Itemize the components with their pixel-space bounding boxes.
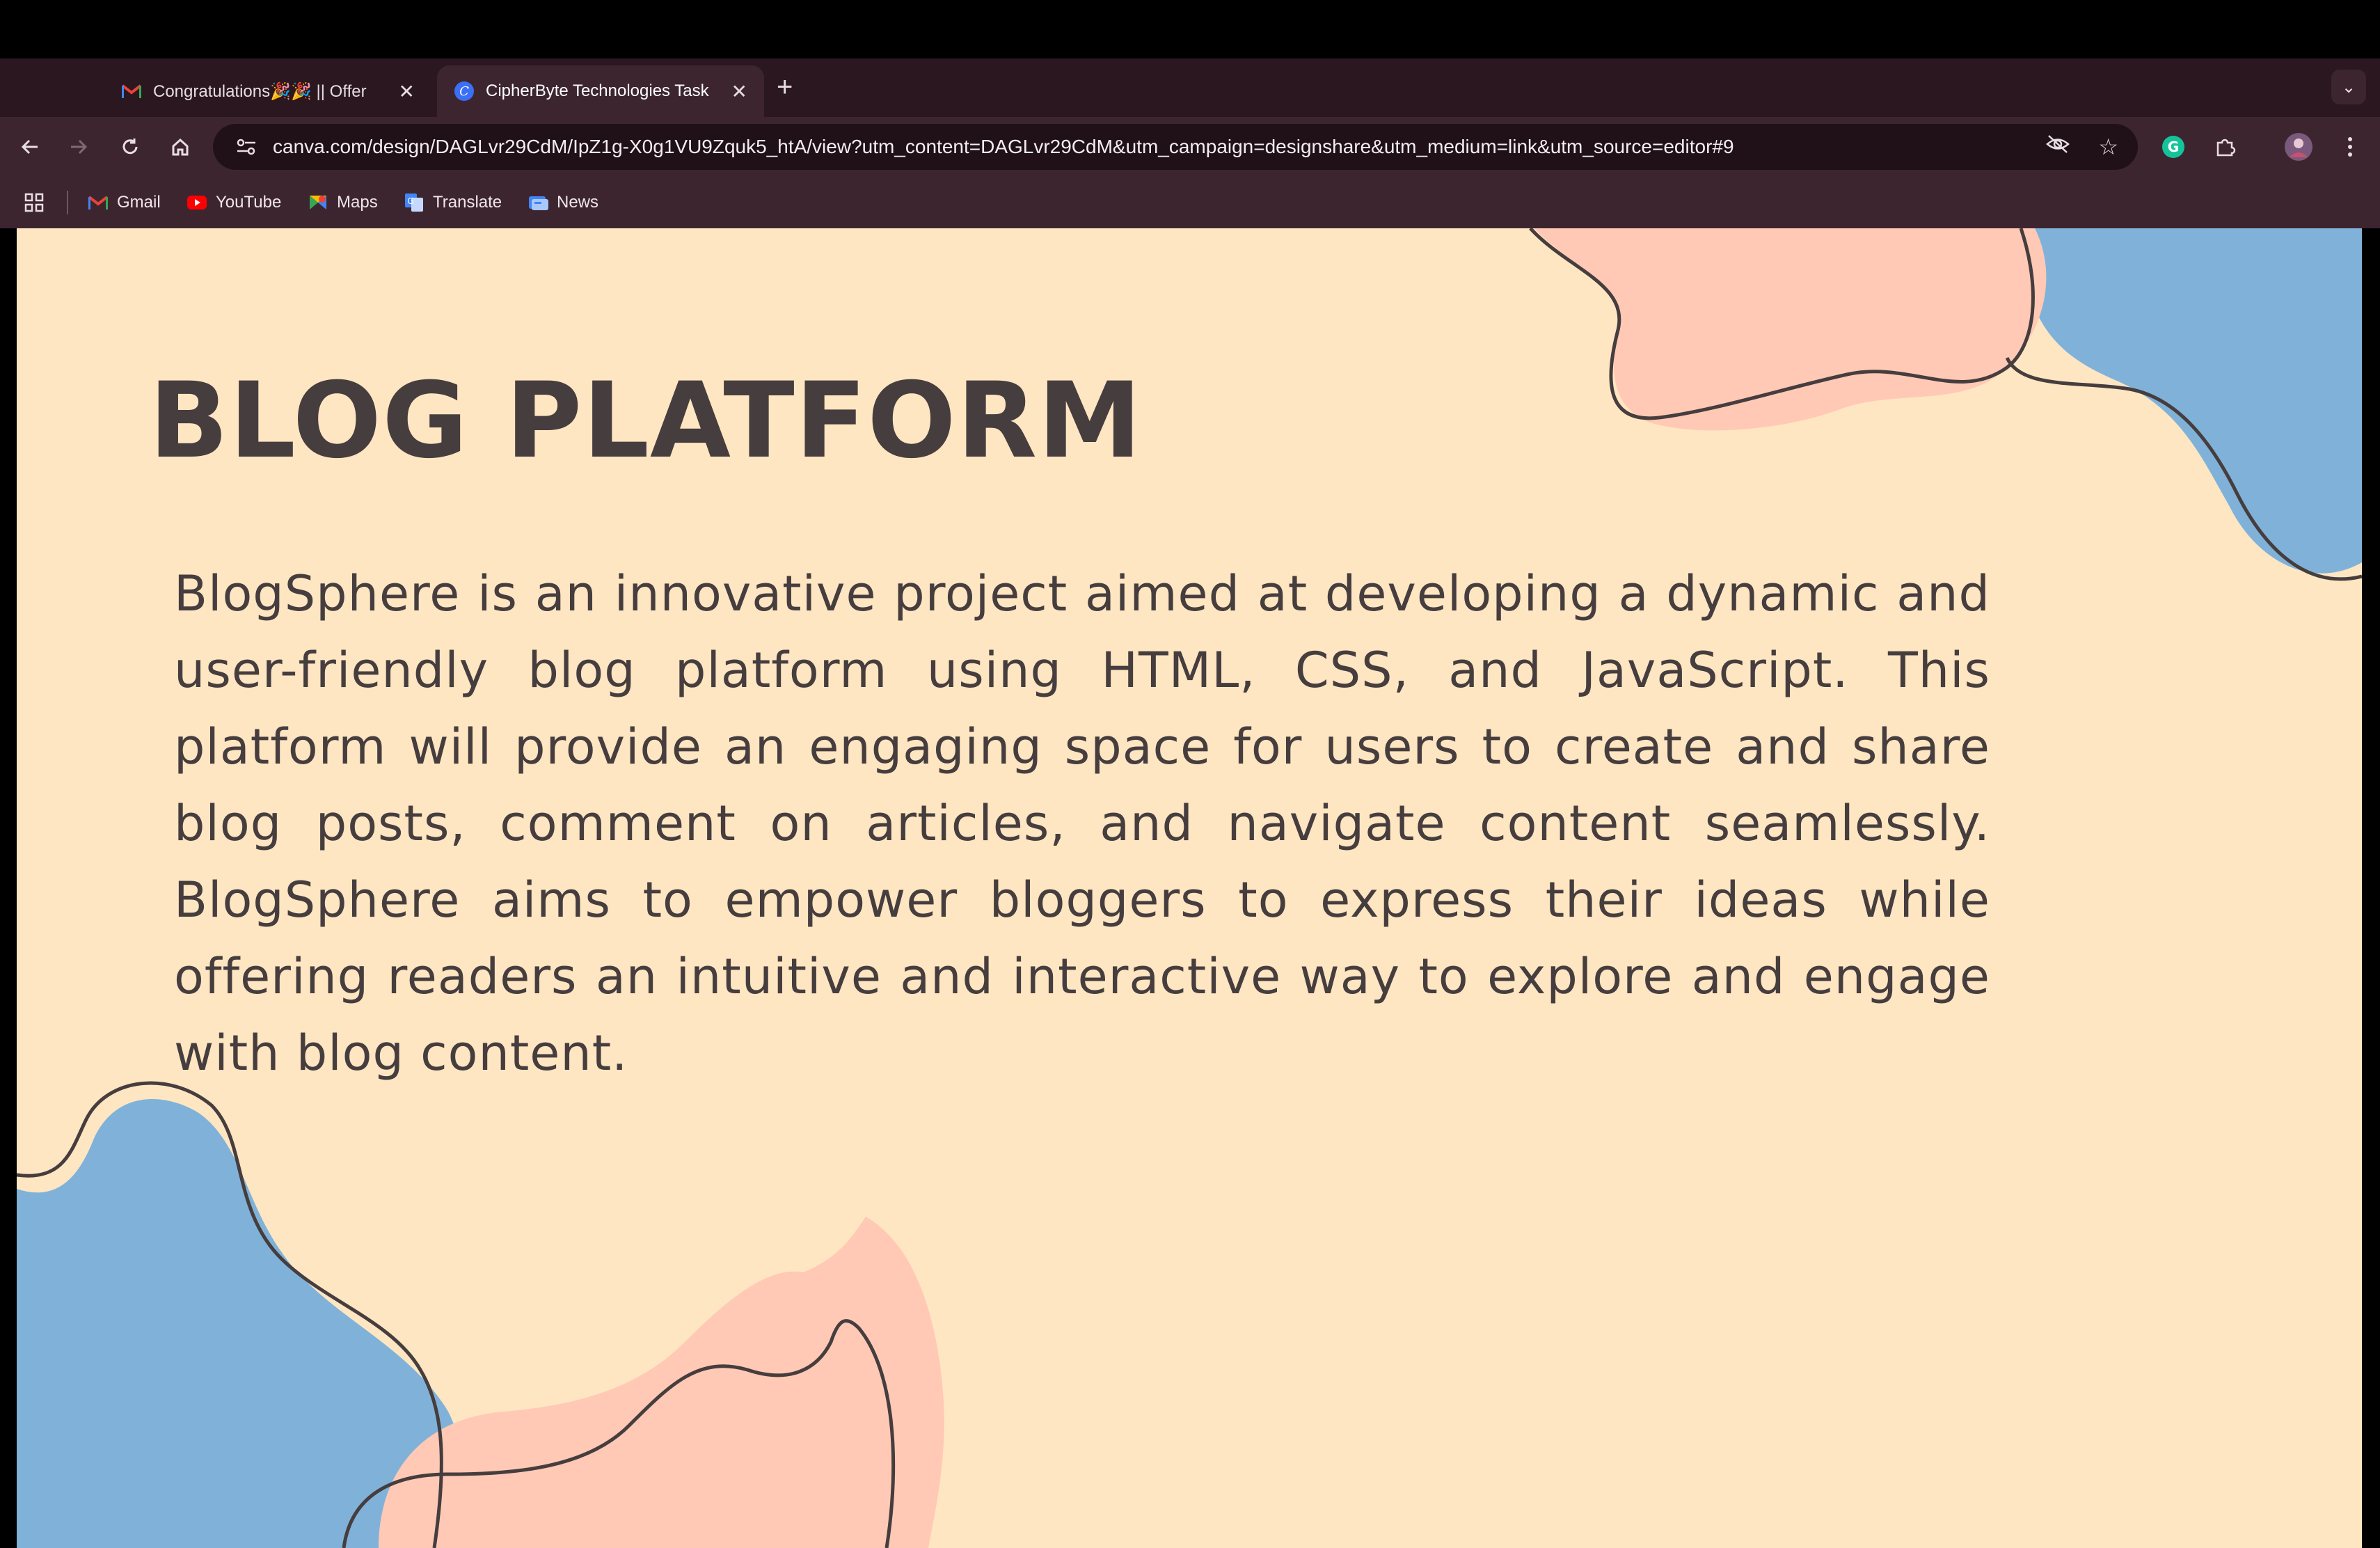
tab-title: CipherByte Technologies Task bbox=[486, 81, 709, 100]
tab-strip: Congratulations🎉🎉 || Offer ✕ C CipherByt… bbox=[0, 58, 2380, 117]
gmail-icon bbox=[88, 192, 109, 213]
bookmarks-bar: Gmail YouTube Maps G Translate News bbox=[0, 177, 2380, 228]
translate-icon: G bbox=[404, 192, 425, 213]
bookmark-label: News bbox=[557, 193, 599, 212]
tab-title: Congratulations🎉🎉 || Offer bbox=[153, 81, 367, 101]
extensions-puzzle-icon[interactable] bbox=[2206, 128, 2244, 166]
tab-gmail[interactable]: Congratulations🎉🎉 || Offer ✕ bbox=[104, 65, 431, 117]
grammarly-extension-icon[interactable]: G bbox=[2155, 128, 2192, 166]
address-bar[interactable]: canva.com/design/DAGLvr29CdM/IpZ1g-X0g1V… bbox=[213, 124, 2138, 170]
peach-blob-bottom-left bbox=[379, 1217, 944, 1548]
site-settings-icon[interactable] bbox=[225, 138, 267, 156]
svg-text:C: C bbox=[459, 84, 469, 99]
eye-slash-icon[interactable] bbox=[2045, 134, 2070, 160]
bookmark-label: Translate bbox=[433, 193, 502, 212]
canva-icon: C bbox=[454, 81, 475, 102]
home-icon bbox=[172, 138, 189, 156]
youtube-icon bbox=[187, 192, 207, 213]
bookmark-maps[interactable]: Maps bbox=[308, 188, 378, 217]
tab-search-button[interactable]: ⌄ bbox=[2331, 70, 2366, 104]
bookmark-label: Maps bbox=[337, 193, 378, 212]
forward-button[interactable] bbox=[60, 128, 97, 166]
svg-text:G: G bbox=[407, 196, 413, 206]
window-top-bar bbox=[0, 0, 2380, 58]
forward-arrow-icon bbox=[71, 139, 88, 155]
bookmark-gmail[interactable]: Gmail bbox=[88, 188, 161, 217]
news-icon bbox=[527, 192, 548, 213]
blue-blob-top-right bbox=[2021, 228, 2362, 574]
slide-title: BLOG PLATFORM bbox=[149, 361, 1143, 482]
peach-blob-top-right bbox=[1534, 228, 2047, 431]
bookmark-youtube[interactable]: YouTube bbox=[187, 188, 281, 217]
bookmarks-divider bbox=[67, 191, 68, 214]
back-arrow-icon bbox=[21, 139, 38, 155]
gmail-icon bbox=[121, 81, 142, 102]
close-icon[interactable]: ✕ bbox=[720, 80, 747, 103]
bookmark-news[interactable]: News bbox=[527, 188, 598, 217]
page-content: BLOG PLATFORM BlogSphere is an innovativ… bbox=[0, 228, 2380, 1548]
browser-menu-icon[interactable] bbox=[2331, 128, 2369, 166]
new-tab-button[interactable]: + bbox=[777, 70, 793, 104]
bookmark-translate[interactable]: G Translate bbox=[404, 188, 502, 217]
apps-grid-icon[interactable] bbox=[24, 188, 45, 217]
close-icon[interactable]: ✕ bbox=[388, 80, 415, 103]
home-button[interactable] bbox=[161, 128, 199, 166]
bookmark-star-icon[interactable]: ☆ bbox=[2098, 134, 2118, 160]
tab-canva[interactable]: C CipherByte Technologies Task ✕ bbox=[437, 65, 764, 117]
browser-toolbar: canva.com/design/DAGLvr29CdM/IpZ1g-X0g1V… bbox=[0, 117, 2380, 177]
url-text: canva.com/design/DAGLvr29CdM/IpZ1g-X0g1V… bbox=[273, 136, 1734, 157]
bookmark-label: YouTube bbox=[216, 193, 282, 212]
reload-icon bbox=[122, 139, 138, 155]
reload-button[interactable] bbox=[111, 128, 149, 166]
maps-icon bbox=[308, 192, 328, 213]
back-button[interactable] bbox=[11, 128, 49, 166]
presentation-slide: BLOG PLATFORM BlogSphere is an innovativ… bbox=[17, 228, 2362, 1548]
slide-body-text: BlogSphere is an innovative project aime… bbox=[174, 565, 1990, 1082]
bookmark-label: Gmail bbox=[117, 193, 161, 212]
svg-text:G: G bbox=[2168, 139, 2179, 155]
profile-avatar[interactable] bbox=[2280, 128, 2317, 166]
